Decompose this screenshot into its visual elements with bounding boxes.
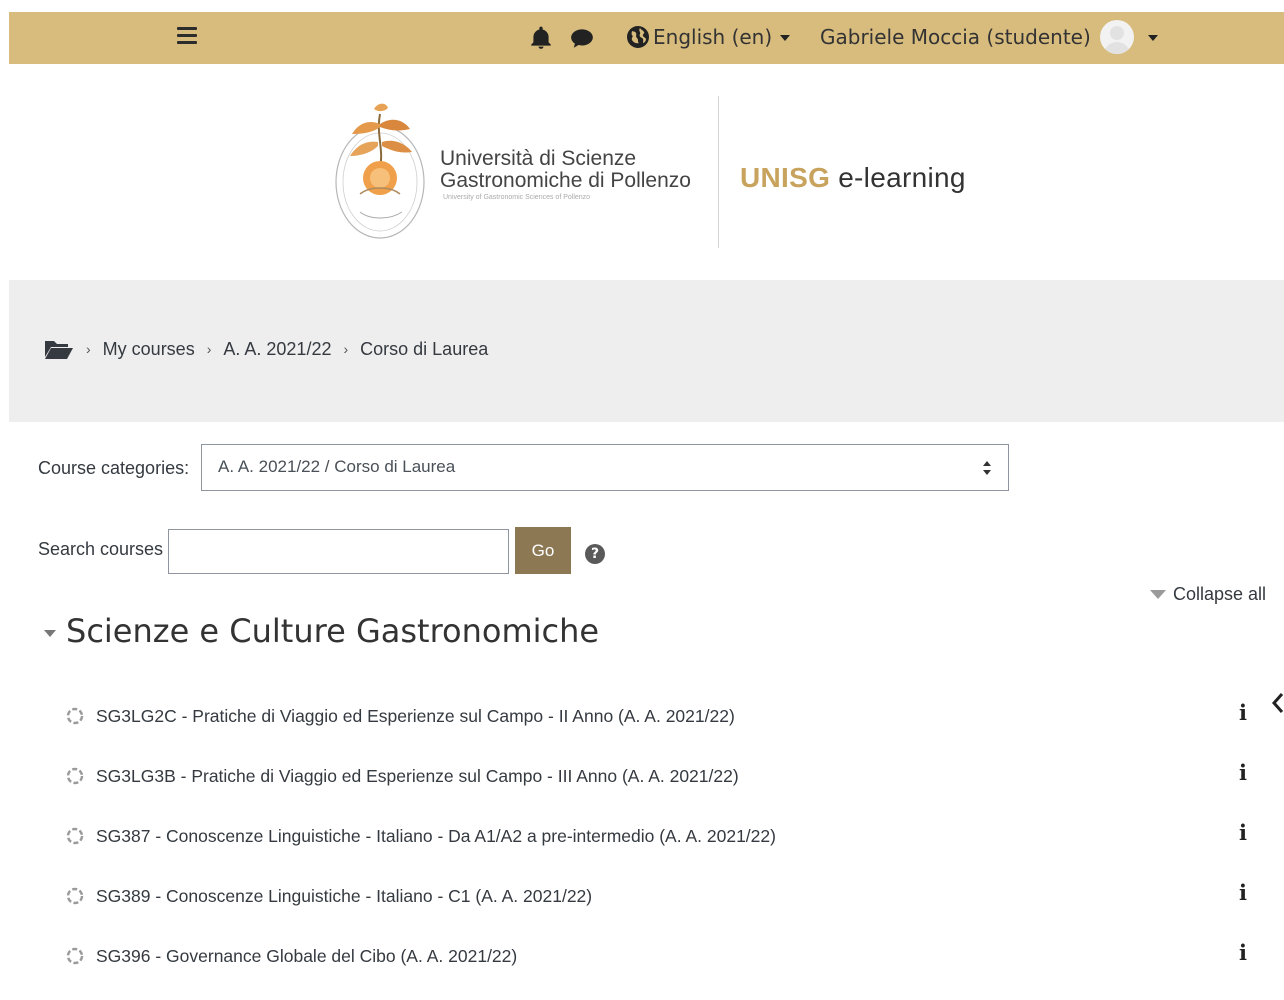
collapse-all-label: Collapse all <box>1173 584 1267 604</box>
menu-icon[interactable] <box>177 27 197 47</box>
university-name: Università di Scienze Gastronomiche di P… <box>440 148 691 192</box>
university-name-line2: Gastronomiche di Pollenzo <box>440 169 691 192</box>
course-categories-label: Course categories: <box>38 458 190 478</box>
course-link[interactable]: SG3LG3B - Pratiche di Viaggio ed Esperie… <box>96 766 739 787</box>
language-menu[interactable]: English (en) <box>626 24 791 50</box>
course-link[interactable]: SG389 - Conoscenze Linguistiche - Italia… <box>96 886 592 907</box>
logo-divider <box>718 96 719 248</box>
platform-name: e-learning <box>838 162 966 193</box>
site-logo[interactable]: Università di Scienze Gastronomiche di P… <box>330 92 1030 252</box>
course-icon <box>66 887 84 905</box>
bell-icon[interactable] <box>528 25 554 51</box>
platform-brand: UNISG <box>740 162 831 193</box>
course-categories-value: A. A. 2021/22 / Corso di Laurea <box>218 457 456 476</box>
chevron-left-icon[interactable] <box>1270 690 1284 716</box>
course-list: SG3LG2C - Pratiche di Viaggio ed Esperie… <box>64 700 1264 1000</box>
folder-icon[interactable] <box>44 338 74 360</box>
course-icon <box>66 947 84 965</box>
chevron-right-icon: › <box>86 341 91 357</box>
globe-icon <box>627 26 649 48</box>
list-item: SG389 - Conoscenze Linguistiche - Italia… <box>64 880 1264 940</box>
info-icon[interactable]: i <box>1239 700 1253 725</box>
info-icon[interactable]: i <box>1239 880 1253 905</box>
list-item: SG3LG2C - Pratiche di Viaggio ed Esperie… <box>64 700 1264 760</box>
course-categories-select[interactable]: A. A. 2021/22 / Corso di Laurea <box>201 444 1009 491</box>
user-menu[interactable]: Gabriele Moccia (studente) <box>820 20 1158 54</box>
university-name-line1: Università di Scienze <box>440 147 637 170</box>
platform-title: UNISG e-learning <box>740 162 966 194</box>
breadcrumb: › My courses › A. A. 2021/22 › Corso di … <box>44 337 488 361</box>
chat-icon[interactable] <box>569 25 595 51</box>
category-heading[interactable]: Scienze e Culture Gastronomiche <box>44 612 599 650</box>
info-icon[interactable]: i <box>1239 940 1253 965</box>
university-seal-icon <box>335 103 425 239</box>
course-icon <box>66 827 84 845</box>
course-icon <box>66 707 84 725</box>
user-name: Gabriele Moccia (studente) <box>820 25 1091 49</box>
avatar-icon <box>1099 20 1134 54</box>
list-item: SG396 - Governance Globale del Cibo (A. … <box>64 940 1264 1000</box>
top-navbar: English (en) Gabriele Moccia (studente) <box>9 12 1284 64</box>
breadcrumb-my-courses[interactable]: My courses <box>103 339 195 360</box>
info-icon[interactable]: i <box>1239 760 1253 785</box>
chevron-down-icon <box>780 35 791 41</box>
info-icon[interactable]: i <box>1239 820 1253 845</box>
help-icon[interactable]: ? <box>585 544 605 564</box>
university-subtitle: University of Gastronomic Sciences of Po… <box>443 194 591 201</box>
list-item: SG3LG3B - Pratiche di Viaggio ed Esperie… <box>64 760 1264 820</box>
course-link[interactable]: SG396 - Governance Globale del Cibo (A. … <box>96 946 517 967</box>
triangle-down-icon <box>44 629 56 637</box>
course-icon <box>66 767 84 785</box>
course-link[interactable]: SG3LG2C - Pratiche di Viaggio ed Esperie… <box>96 706 735 727</box>
collapse-all-toggle[interactable]: Collapse all <box>1150 584 1266 605</box>
breadcrumb-academic-year[interactable]: A. A. 2021/22 <box>223 339 331 360</box>
breadcrumb-degree-course[interactable]: Corso di Laurea <box>360 339 488 360</box>
select-updown-icon <box>983 461 991 475</box>
search-courses-label: Search courses <box>38 539 164 559</box>
course-link[interactable]: SG387 - Conoscenze Linguistiche - Italia… <box>96 826 776 847</box>
list-item: SG387 - Conoscenze Linguistiche - Italia… <box>64 820 1264 880</box>
search-courses-input[interactable] <box>168 529 509 574</box>
chevron-right-icon: › <box>206 341 212 357</box>
category-title: Scienze e Culture Gastronomiche <box>66 612 600 650</box>
go-button[interactable]: Go <box>515 527 571 574</box>
chevron-right-icon: › <box>343 341 349 357</box>
triangle-down-icon <box>1150 590 1166 599</box>
chevron-down-icon <box>1147 35 1158 41</box>
language-label: English (en) <box>653 25 773 49</box>
